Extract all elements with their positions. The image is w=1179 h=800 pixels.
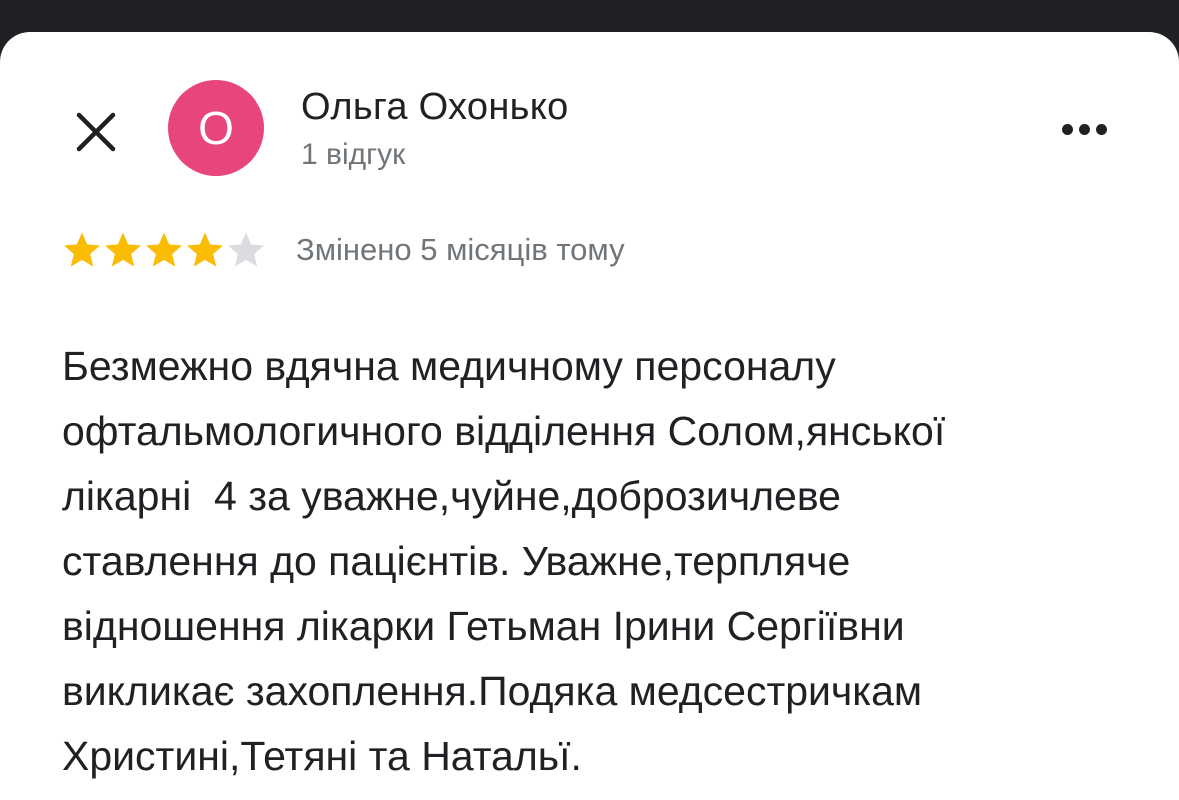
review-text-line: офтальмологичного відділення Солом,янськ…	[62, 408, 946, 454]
star-rating	[62, 230, 266, 270]
avatar[interactable]: О	[168, 80, 264, 176]
close-icon	[76, 112, 116, 152]
rating-row: Змінено 5 місяців тому	[62, 228, 625, 272]
star-empty-icon	[228, 232, 264, 267]
review-text-line: Безмежно вдячна медичному персоналу	[62, 343, 836, 389]
star-filled-icon	[146, 232, 182, 267]
author-name[interactable]: Ольга Охонько	[301, 86, 569, 129]
review-text-line: лікарні 4 за уважне,чуйне,доброзичлеве	[62, 473, 841, 519]
edited-timestamp: Змінено 5 місяців тому	[296, 232, 625, 267]
star-filled-icon	[64, 232, 100, 267]
star-filled-icon	[187, 232, 223, 267]
review-text-line: ставлення до пацієнтів. Уважне,терпляче	[62, 538, 851, 584]
more-horizontal-icon	[1061, 123, 1073, 135]
review-text-line: Христині,Тетяні та Натальї.	[62, 733, 582, 779]
more-horizontal-icon-dot	[1078, 123, 1090, 135]
review-sheet: О Ольга Охонько 1 відгук Змінено 5 місяц…	[0, 32, 1179, 800]
more-options-button[interactable]	[1050, 104, 1118, 154]
avatar-initial: О	[198, 102, 234, 154]
review-text: Безмежно вдячна медичному персоналу офтал…	[62, 334, 1152, 789]
review-text-line: відношення лікарки Гетьман Ірини Сергіїв…	[62, 603, 905, 649]
more-horizontal-icon-dot	[1095, 123, 1107, 135]
review-text-line: викликає захоплення.Подяка медсестричкам	[62, 668, 923, 714]
star-filled-icon	[105, 232, 141, 267]
close-button[interactable]	[66, 102, 126, 162]
author-review-count: 1 відгук	[301, 138, 406, 171]
